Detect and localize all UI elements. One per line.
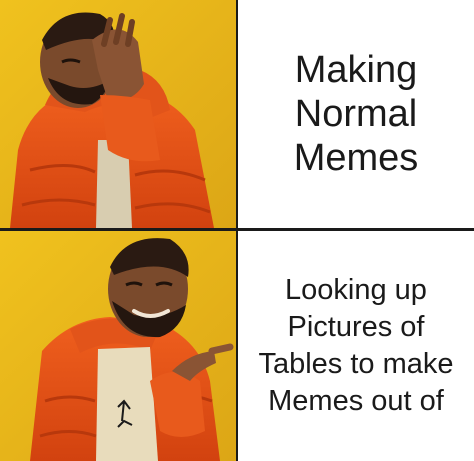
approving-man-icon [0,231,236,461]
disapproving-man-icon [0,0,236,228]
meme-grid: Making Normal Memes Looking up Pictures … [0,0,474,461]
bottom-caption: Looking up Pictures of Tables to make Me… [258,274,454,417]
top-caption-panel: Making Normal Memes [238,0,474,228]
top-caption: Making Normal Memes [293,48,419,180]
disapproving-man-image [0,0,236,228]
approving-man-image [0,231,236,461]
bottom-caption-panel: Looking up Pictures of Tables to make Me… [238,231,474,461]
